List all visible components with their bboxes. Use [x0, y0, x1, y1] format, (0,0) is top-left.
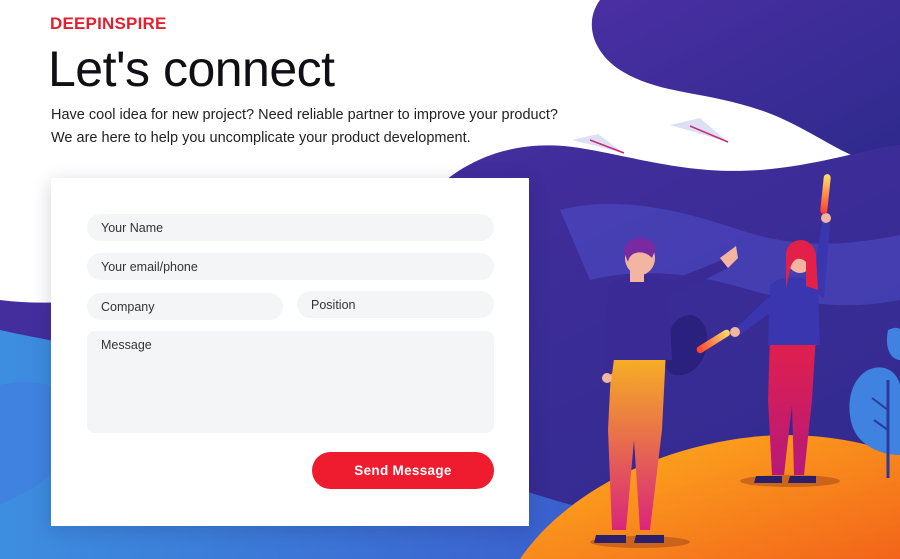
contact-form: Send Message: [51, 178, 529, 526]
position-input[interactable]: [297, 291, 494, 318]
intro-line-2: We are here to help you uncomplicate you…: [51, 130, 471, 146]
name-input[interactable]: [87, 214, 494, 241]
intro-line-1: Have cool idea for new project? Need rel…: [51, 107, 558, 123]
page-title: Let's connect: [48, 41, 335, 97]
send-message-button[interactable]: Send Message: [312, 452, 494, 489]
company-input[interactable]: [87, 293, 283, 320]
message-textarea[interactable]: [87, 331, 494, 433]
contact-page: DEEPINSPIRE Let's connect Have cool idea…: [0, 0, 900, 559]
paper-plane-icon: [670, 106, 729, 143]
email-phone-input[interactable]: [87, 253, 494, 280]
intro-text: Have cool idea for new project? Need rel…: [51, 104, 558, 150]
brand-logo[interactable]: DEEPINSPIRE: [50, 14, 167, 34]
